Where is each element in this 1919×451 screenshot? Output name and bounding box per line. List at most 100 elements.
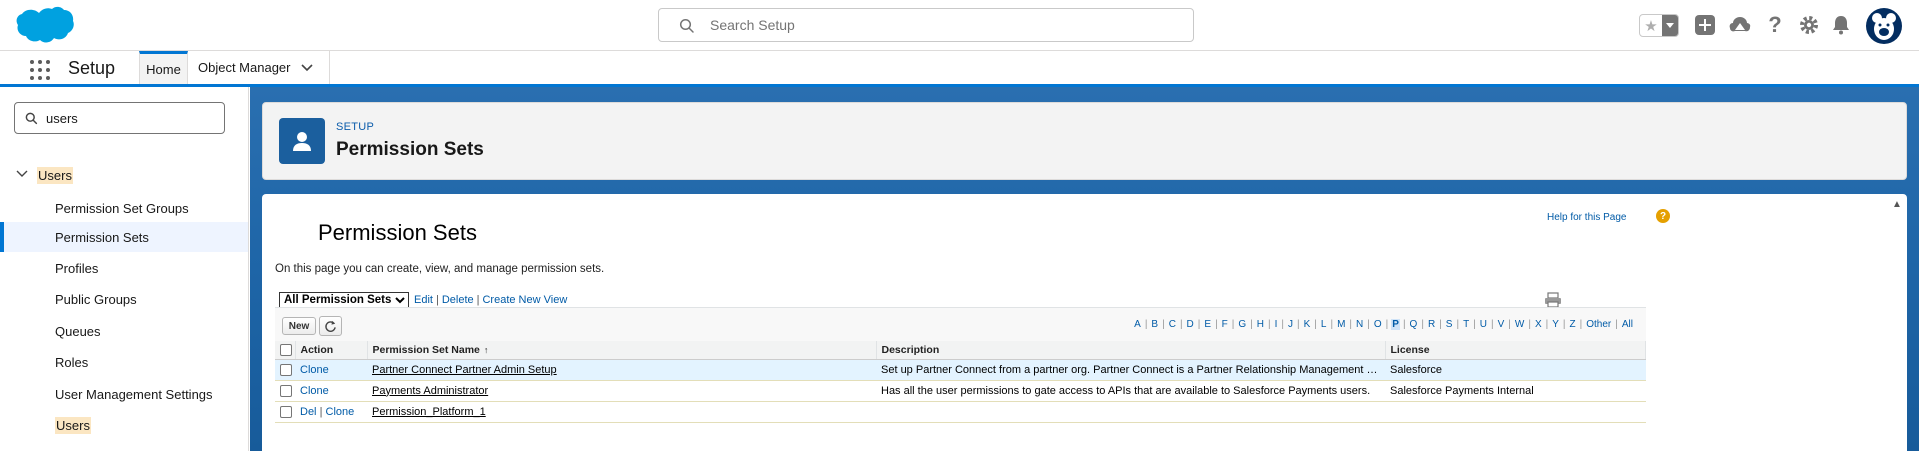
action-cell: Clone [295,359,367,381]
favorites-group[interactable]: ★ [1639,14,1679,37]
sidebar-item-user-management-settings[interactable]: User Management Settings [0,379,248,409]
name-cell: Payments Administrator [367,380,876,402]
alphabet-filter: A | B | C | D | E | F | G | H | I | J | K | L | M | N | O | P | Q | R | S | T |… [1133,319,1634,330]
chevron-down-icon[interactable] [300,63,313,72]
alpha-filter-v[interactable]: V [1497,319,1506,330]
clone-link[interactable]: Clone [326,406,355,418]
help-for-this-page-link[interactable]: Help for this Page [1547,212,1627,223]
alpha-filter-a[interactable]: A [1133,319,1142,330]
sidebar-item-roles[interactable]: Roles [0,347,248,377]
alpha-filter-m[interactable]: M [1336,319,1346,330]
global-actions-add-icon[interactable] [1692,12,1718,38]
sidebar-item-profiles[interactable]: Profiles [0,253,248,283]
delete-link[interactable]: Del [300,406,317,418]
column-header-license[interactable]: License [1385,341,1646,360]
sidebar-item-permission-set-groups[interactable]: Permission Set Groups [0,193,248,223]
alpha-filter-f[interactable]: F [1221,319,1229,330]
column-header-permission-set-name[interactable]: Permission Set Name ↑ [367,341,877,360]
separator: | [1491,319,1494,330]
alpha-filter-c[interactable]: C [1168,319,1177,330]
gear-icon[interactable] [1796,12,1822,38]
favorites-star-icon[interactable]: ★ [1640,15,1662,36]
alpha-filter-h[interactable]: H [1256,319,1265,330]
sidebar-item-label: Profiles [55,261,99,276]
license-cell [1385,401,1646,423]
alpha-filter-other[interactable]: Other [1585,319,1612,330]
alpha-filter-u[interactable]: U [1479,319,1488,330]
alpha-filter-o[interactable]: O [1373,319,1383,330]
column-header-action: Action [295,341,368,360]
alpha-filter-p[interactable]: P [1391,319,1400,330]
name-cell: Partner Connect Partner Admin Setup [367,359,876,381]
salesforce-logo[interactable] [14,6,74,48]
quick-find-input[interactable] [46,110,216,127]
separator: | [1508,319,1511,330]
alpha-filter-s[interactable]: S [1445,319,1454,330]
select-all-checkbox[interactable] [280,343,292,356]
scroll-up-arrow-icon[interactable]: ▲ [1892,199,1902,210]
row-checkbox[interactable] [280,384,292,397]
permission-set-name-link[interactable]: Payments Administrator [372,385,488,397]
bell-icon[interactable] [1828,12,1854,38]
alpha-filter-d[interactable]: D [1186,319,1195,330]
sidebar-item-permission-sets[interactable]: Permission Sets [0,222,248,252]
alpha-filter-x[interactable]: X [1534,319,1543,330]
alpha-filter-k[interactable]: K [1303,319,1312,330]
row-checkbox[interactable] [280,363,292,376]
favorites-menu-chevron-down-icon[interactable] [1662,15,1678,36]
alpha-filter-n[interactable]: N [1355,319,1364,330]
alpha-filter-q[interactable]: Q [1409,319,1419,330]
tab-home[interactable]: Home [139,51,188,84]
alpha-filter-l[interactable]: L [1320,319,1328,330]
permission-set-name-link[interactable]: Partner Connect Partner Admin Setup [372,364,557,376]
help-question-icon[interactable]: ? [1656,209,1670,223]
create-new-view-link[interactable]: Create New View [482,294,567,306]
chevron-down-icon[interactable] [16,170,28,178]
tree-node-users[interactable]: Users [0,165,248,187]
tab-object-manager[interactable]: Object Manager [188,51,330,84]
alpha-filter-r[interactable]: R [1427,319,1436,330]
separator: | [1349,319,1353,330]
global-search-input[interactable] [710,16,1170,34]
delete-view-link[interactable]: Delete [442,294,474,306]
quick-find-box[interactable] [14,102,225,134]
refresh-button[interactable] [319,316,342,336]
alpha-filter-w[interactable]: W [1514,319,1525,330]
view-select[interactable]: All Permission Sets [279,291,409,309]
alpha-filter-g[interactable]: G [1237,319,1247,330]
sidebar-item-users[interactable]: Users [0,409,248,439]
page-title: Permission Sets [336,139,484,160]
alpha-filter-y[interactable]: Y [1551,319,1560,330]
printer-icon[interactable] [1544,292,1562,308]
edit-view-link[interactable]: Edit [414,294,433,306]
clone-link[interactable]: Clone [300,364,329,376]
alpha-filter-j[interactable]: J [1287,319,1294,330]
alpha-filter-all[interactable]: All [1621,319,1634,330]
search-icon [679,18,694,33]
help-icon[interactable]: ? [1762,12,1788,38]
clone-link[interactable]: Clone [300,385,329,397]
column-header-description[interactable]: Description [876,341,1386,360]
alpha-filter-t[interactable]: T [1462,319,1470,330]
sidebar-item-queues[interactable]: Queues [0,316,248,346]
permission-set-name-link[interactable]: Permission_Platform_1 [372,406,486,418]
separator: | [1562,319,1566,330]
new-button[interactable]: New [282,317,316,335]
separator: | [1215,319,1218,330]
trailhead-icon[interactable] [1727,12,1753,38]
sidebar-item-label: User Management Settings [55,387,213,402]
alpha-filter-z[interactable]: Z [1569,319,1577,330]
alpha-filter-b[interactable]: B [1150,319,1159,330]
select-all-cell [275,341,296,360]
row-checkbox[interactable] [280,405,292,418]
avatar[interactable] [1866,8,1902,44]
alpha-filter-e[interactable]: E [1203,319,1212,330]
app-launcher-icon[interactable] [30,60,50,80]
page-eyebrow[interactable]: SETUP [336,121,374,133]
separator: | [1314,319,1317,330]
separator: | [1162,319,1165,330]
separator: | [1330,319,1334,330]
sidebar-item-public-groups[interactable]: Public Groups [0,284,248,314]
global-search-box[interactable] [658,8,1194,42]
separator: | [1297,319,1300,330]
